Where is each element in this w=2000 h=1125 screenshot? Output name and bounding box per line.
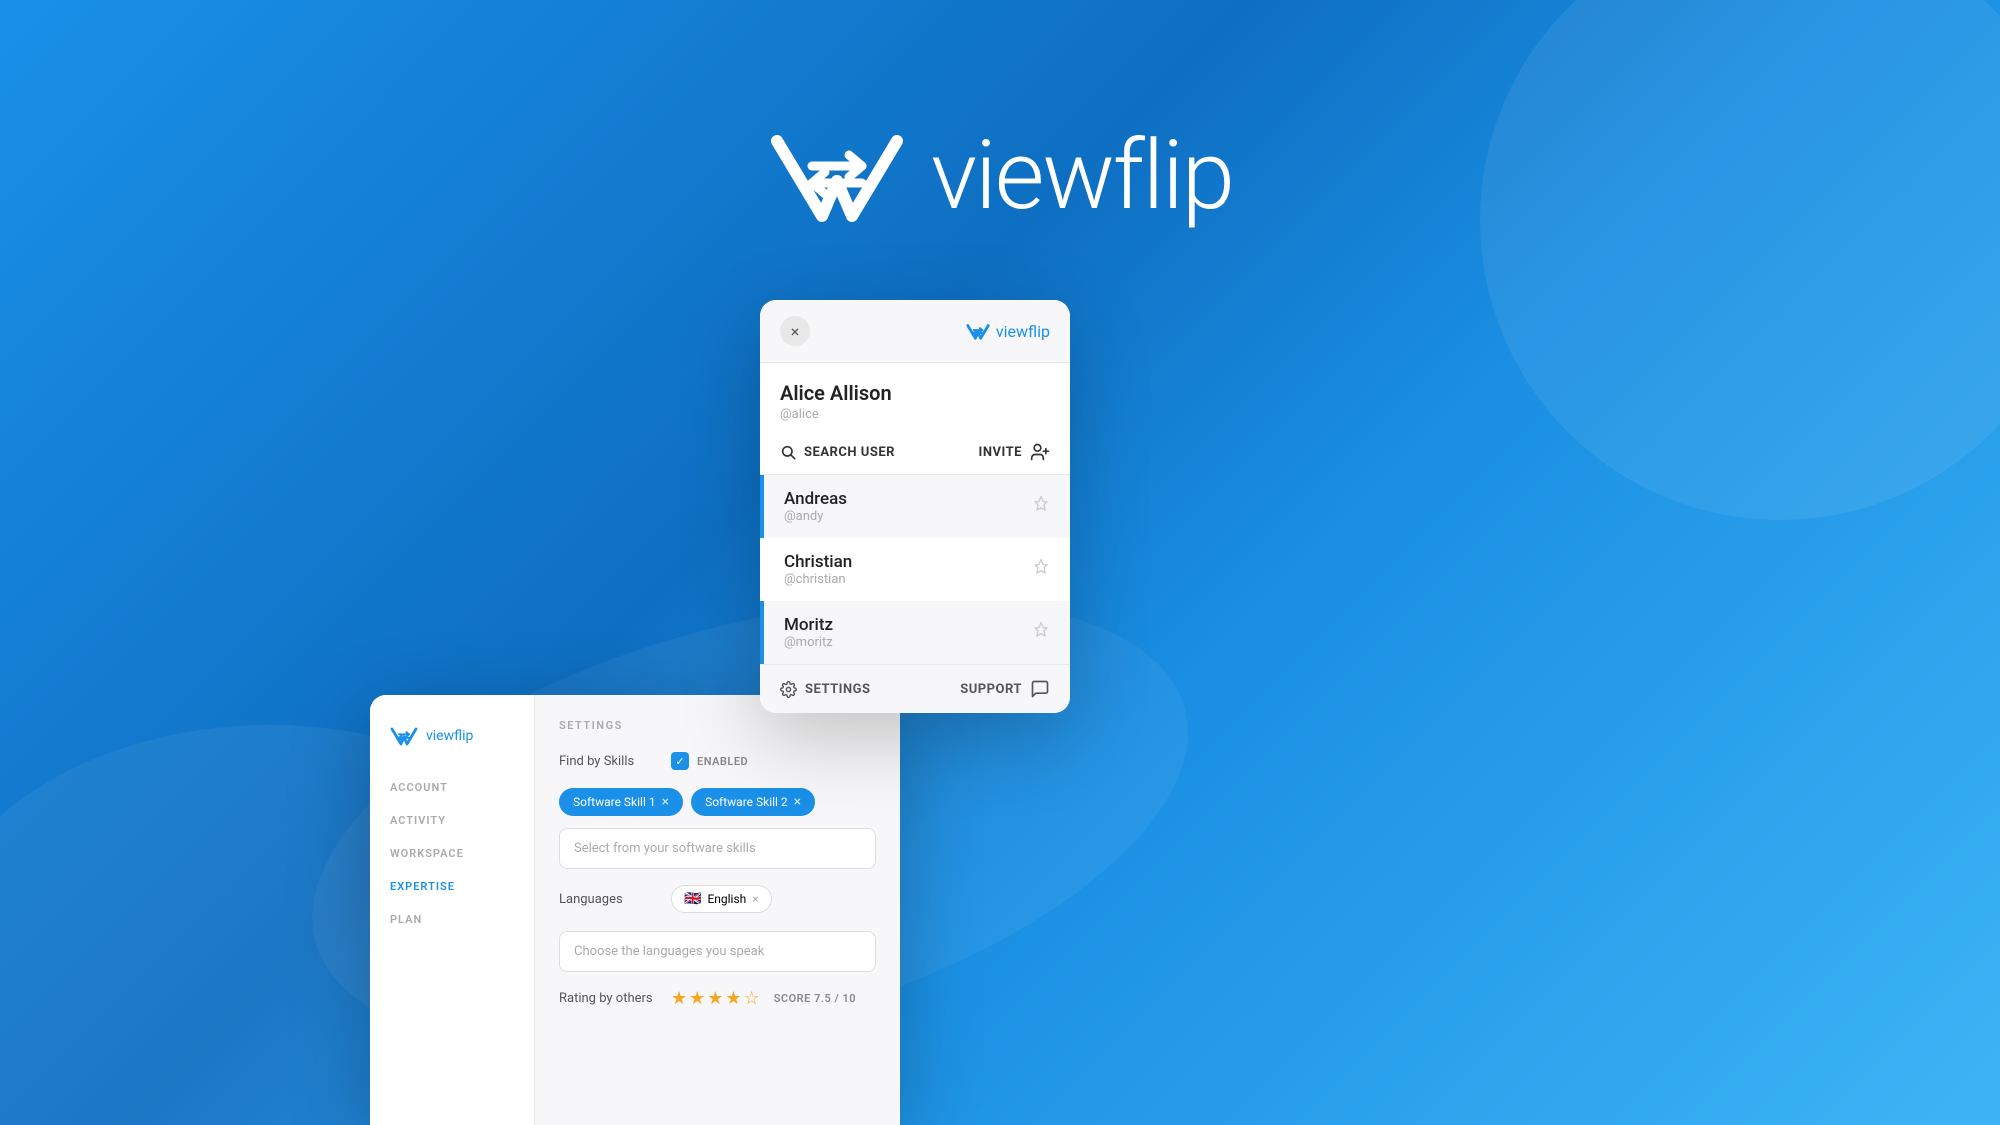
settings-sidebar: viewflip ACCOUNT ACTIVITY WORKSPACE EXPE… — [370, 695, 535, 1125]
skills-placeholder-text: Select from your software skills — [574, 841, 756, 856]
invite-label: INVITE — [979, 445, 1022, 460]
skill-tag-1[interactable]: Software Skill 1 × — [559, 788, 683, 816]
pin-icon-2[interactable] — [1032, 558, 1050, 581]
footer-support-label: SUPPORT — [960, 682, 1022, 697]
find-by-skills-row: Find by Skills ✓ ENABLED — [559, 752, 876, 770]
find-by-skills-toggle[interactable]: ✓ ENABLED — [671, 752, 748, 770]
user-handle: @alice — [780, 407, 1050, 422]
main-logo-icon — [767, 121, 907, 231]
modal-footer: SETTINGS SUPPORT — [760, 664, 1070, 713]
modal-brand: viewflip — [966, 322, 1050, 341]
rating-stars: ★★★★☆ — [671, 988, 762, 1009]
user-list-item-name: Christian — [784, 552, 852, 572]
languages-row: Languages 🇬🇧 English × — [559, 885, 876, 913]
user-list-item-handle: @andy — [784, 509, 847, 524]
language-tag-label: English — [707, 892, 746, 906]
user-list-item-info: Christian @christian — [784, 552, 852, 587]
modal-actions: SEARCH USER INVITE — [760, 434, 1070, 475]
user-list-item-christian[interactable]: Christian @christian — [760, 538, 1070, 601]
user-list-item-name: Andreas — [784, 489, 847, 509]
sidebar-item-expertise[interactable]: EXPERTISE — [370, 870, 534, 903]
sidebar-item-workspace[interactable]: WORKSPACE — [370, 837, 534, 870]
sidebar-item-account[interactable]: ACCOUNT — [370, 771, 534, 804]
sidebar-item-plan[interactable]: PLAN — [370, 903, 534, 936]
pin-icon-1[interactable] — [1032, 495, 1050, 518]
skills-tags-row: Software Skill 1 × Software Skill 2 × — [559, 788, 876, 816]
user-modal: × viewflip Alice Allison @alice SEARCH U… — [760, 300, 1070, 713]
footer-support-button[interactable]: SUPPORT — [960, 679, 1050, 699]
search-user-button[interactable]: SEARCH USER — [780, 444, 895, 460]
sidebar-nav: ACCOUNT ACTIVITY WORKSPACE EXPERTISE PLA… — [370, 771, 534, 936]
wave-decoration-1 — [1480, 0, 2000, 520]
user-list-item-handle: @christian — [784, 572, 852, 587]
skill-tag-1-remove[interactable]: × — [662, 794, 669, 810]
rating-row: Rating by others ★★★★☆ SCORE 7.5 / 10 — [559, 988, 876, 1009]
checkbox-icon[interactable]: ✓ — [671, 752, 689, 770]
flag-icon: 🇬🇧 — [684, 891, 701, 907]
settings-panel: viewflip ACCOUNT ACTIVITY WORKSPACE EXPE… — [370, 695, 900, 1125]
languages-label: Languages — [559, 892, 659, 907]
main-logo-area: viewflip — [767, 120, 1233, 232]
settings-content: SETTINGS Find by Skills ✓ ENABLED Softwa… — [535, 695, 900, 1125]
search-user-label: SEARCH USER — [804, 445, 895, 460]
skill-tag-2-remove[interactable]: × — [794, 794, 801, 810]
skill-tag-1-label: Software Skill 1 — [573, 795, 656, 809]
pin-icon-3[interactable] — [1032, 621, 1050, 644]
user-list-item-info: Andreas @andy — [784, 489, 847, 524]
enabled-status: ENABLED — [697, 755, 748, 768]
user-list-item-info: Moritz @moritz — [784, 615, 833, 650]
user-list-item-moritz[interactable]: Moritz @moritz — [760, 601, 1070, 664]
score-badge: SCORE 7.5 / 10 — [774, 992, 856, 1005]
settings-section-title: SETTINGS — [559, 719, 876, 732]
modal-close-button[interactable]: × — [780, 316, 810, 346]
skill-tag-2[interactable]: Software Skill 2 × — [691, 788, 815, 816]
modal-header: × viewflip — [760, 300, 1070, 363]
sidebar-item-activity[interactable]: ACTIVITY — [370, 804, 534, 837]
language-tag-english[interactable]: 🇬🇧 English × — [671, 885, 772, 913]
skill-tag-2-label: Software Skill 2 — [705, 795, 788, 809]
user-list-item-handle: @moritz — [784, 635, 833, 650]
main-logo-text: viewflip — [931, 120, 1233, 232]
footer-settings-label: SETTINGS — [805, 682, 871, 697]
rating-label: Rating by others — [559, 991, 659, 1006]
invite-button[interactable]: INVITE — [979, 442, 1050, 462]
languages-placeholder-text: Choose the languages you speak — [574, 944, 764, 959]
modal-brand-text: viewflip — [996, 322, 1050, 341]
user-info-section: Alice Allison @alice — [760, 363, 1070, 434]
languages-input[interactable]: Choose the languages you speak — [559, 931, 876, 972]
user-name: Alice Allison — [780, 381, 1050, 405]
sidebar-logo: viewflip — [370, 725, 534, 771]
user-list: Andreas @andy Christian @christian — [760, 475, 1070, 664]
language-tag-remove[interactable]: × — [752, 892, 758, 906]
user-list-item-andreas[interactable]: Andreas @andy — [760, 475, 1070, 538]
user-list-item-name: Moritz — [784, 615, 833, 635]
footer-settings-button[interactable]: SETTINGS — [780, 681, 871, 698]
sidebar-brand-text: viewflip — [426, 728, 473, 744]
find-by-skills-label: Find by Skills — [559, 754, 659, 769]
skills-input[interactable]: Select from your software skills — [559, 828, 876, 869]
